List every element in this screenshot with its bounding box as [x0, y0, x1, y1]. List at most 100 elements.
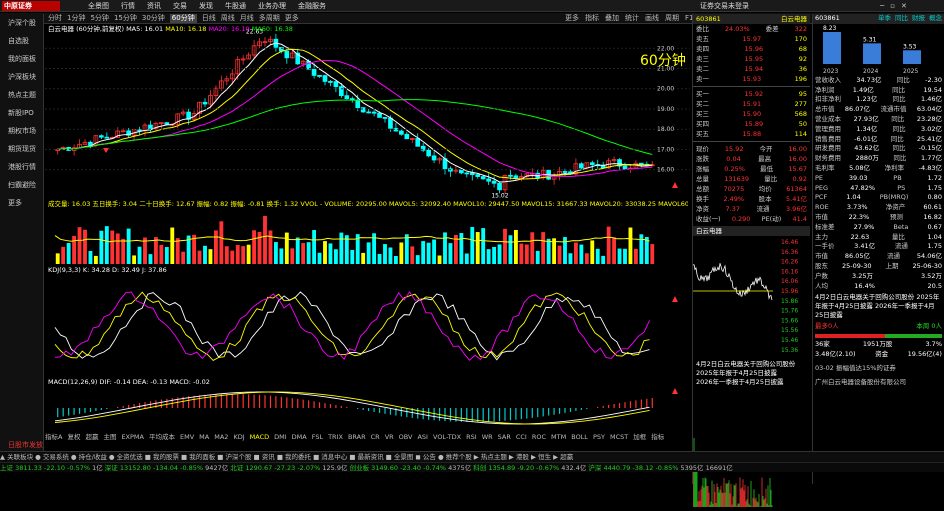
indicator-tab[interactable]: ASI: [417, 432, 428, 442]
tool-tab[interactable]: 叠加: [605, 14, 619, 23]
news-line[interactable]: 4月2日白云电器关于回购公司股份: [696, 360, 807, 369]
indicator-tab[interactable]: MA2: [214, 432, 228, 442]
top-menu-item[interactable]: 资讯: [147, 1, 161, 11]
fin-row: 总市值 86.07亿 流通市值 63.04亿: [813, 105, 944, 115]
mini-y-label: 16.46: [781, 239, 798, 246]
fin-label: 营业成本: [815, 114, 841, 123]
indicator-tab[interactable]: BRAR: [348, 432, 366, 442]
sidebar-item[interactable]: 热点主题: [0, 86, 43, 104]
indicator-tab[interactable]: RSI: [466, 432, 477, 442]
mini-y-label: 15.86: [781, 298, 798, 305]
period-tab[interactable]: 日线: [202, 14, 216, 23]
sidebar-item[interactable]: 新股IPO: [0, 104, 43, 122]
indicator-tab[interactable]: DMI: [274, 432, 287, 442]
intraday-mini-chart[interactable]: 16.46 16.36 16.26 16.16 16.06 15.96 15.86 15.76…: [692, 236, 811, 356]
indicator-tab[interactable]: 平均成本: [149, 432, 175, 442]
top-menu-item[interactable]: 全景图: [88, 1, 109, 11]
sidebar-item[interactable]: 沪深板块: [0, 68, 43, 86]
fin-tab[interactable]: 财报: [912, 14, 925, 22]
tool-tab[interactable]: 画线: [645, 14, 659, 23]
period-tab[interactable]: 周线: [221, 14, 235, 23]
indicator-tab[interactable]: BOLL: [571, 432, 588, 442]
volume-bar: [55, 253, 60, 264]
tool-tab[interactable]: 指标: [585, 14, 599, 23]
volume-bar: [552, 238, 557, 264]
indicator-tab[interactable]: SAR: [498, 432, 511, 442]
period-tab[interactable]: 月线: [240, 14, 254, 23]
news-line[interactable]: 2026年一季报于4月25日披露: [696, 378, 807, 387]
fin-tab[interactable]: 概念: [929, 14, 942, 22]
sidebar-item[interactable]: 扫霸避险: [0, 176, 43, 194]
volume-chart[interactable]: [45, 200, 690, 266]
main-candlestick-chart[interactable]: 22.0021.0020.0019.0018.0017.0016.0022.63…: [45, 24, 690, 200]
indicator-tab[interactable]: DMA: [292, 432, 307, 442]
period-tab[interactable]: 15分钟: [114, 14, 137, 23]
period-tab[interactable]: 多周期: [259, 14, 280, 23]
indicator-tab[interactable]: WR: [482, 432, 493, 442]
tool-tab[interactable]: 周期: [665, 14, 679, 23]
indicator-tab[interactable]: EMV: [180, 432, 194, 442]
fin-tab[interactable]: 同比: [895, 14, 908, 22]
indicator-tab[interactable]: TRIX: [328, 432, 343, 442]
top-menu-item[interactable]: 金融服务: [298, 1, 326, 11]
stat-label: 换手: [696, 195, 709, 203]
period-tab[interactable]: 30分钟: [142, 14, 165, 23]
sidebar-item[interactable]: 港股行情: [0, 158, 43, 176]
stat-label: 今开: [759, 145, 773, 153]
indicator-tab[interactable]: ROC: [532, 432, 546, 442]
sidebar-item[interactable]: 期货现货: [0, 140, 43, 158]
period-tab[interactable]: 60分钟: [169, 14, 197, 23]
indicator-tab[interactable]: CR: [371, 432, 380, 442]
indicator-tab[interactable]: 指标A: [45, 432, 62, 442]
fin-label: 股东: [815, 261, 828, 270]
indicator-tab[interactable]: VOL-TDX: [433, 432, 461, 442]
indicator-tab[interactable]: MTM: [551, 432, 566, 442]
indicator-tab[interactable]: VR: [385, 432, 394, 442]
indicator-tab[interactable]: CCI: [516, 432, 527, 442]
window-controls[interactable]: ─▫✕: [880, 1, 913, 11]
volume-bar: [273, 242, 278, 264]
fin-label: 流通市值: [880, 105, 907, 114]
tool-tab[interactable]: 统计: [625, 14, 639, 23]
period-tab[interactable]: 5分钟: [90, 14, 108, 23]
sidebar-item[interactable]: 自选股: [0, 32, 43, 50]
indicator-tab[interactable]: FSL: [312, 432, 323, 442]
sidebar-item[interactable]: 我的面板: [0, 50, 43, 68]
top-menu-item[interactable]: 交易: [173, 1, 187, 11]
fin-value: 0.67: [927, 222, 942, 231]
period-tab[interactable]: 分时: [48, 14, 62, 23]
top-menu-item[interactable]: 业务办理: [258, 1, 286, 11]
indicator-tab[interactable]: MA: [199, 432, 209, 442]
indicator-tab[interactable]: MCST: [610, 432, 628, 442]
bear-count: 本周 0人: [916, 322, 942, 331]
indicator-tab[interactable]: PSY: [593, 432, 605, 442]
login-status[interactable]: 证券交易未登录: [700, 2, 749, 10]
top-menu-item[interactable]: 牛股通: [225, 1, 246, 11]
indicator-tab[interactable]: 复权: [67, 432, 80, 442]
indicator-tab[interactable]: MACD: [250, 432, 269, 442]
kdj-chart[interactable]: [45, 266, 690, 378]
tool-tab[interactable]: 更多: [565, 14, 579, 23]
indicator-tab[interactable]: KDJ: [233, 432, 244, 442]
news-line[interactable]: 2025年年报于4月25日披露: [696, 369, 807, 378]
volume-bar: [268, 230, 273, 264]
down-arrow-icon: [103, 148, 109, 153]
sidebar-item[interactable]: 期权市场: [0, 122, 43, 140]
fin-label: 毛利率: [815, 163, 835, 172]
top-menu-item[interactable]: 行情: [121, 1, 135, 11]
sidebar-item[interactable]: 更多: [0, 194, 43, 212]
fin-tab[interactable]: 单季: [878, 14, 891, 22]
fin-value: -2.30: [925, 75, 942, 84]
candle: [486, 178, 491, 182]
indicator-tab[interactable]: EXPMA: [121, 432, 144, 442]
indicator-tab[interactable]: OBV: [399, 432, 413, 442]
indicator-tab[interactable]: 指标: [651, 432, 664, 442]
indicator-tab[interactable]: 超赢: [85, 432, 98, 442]
period-tab[interactable]: 1分钟: [67, 14, 85, 23]
top-menu-item[interactable]: 发现: [199, 1, 213, 11]
indicator-tab[interactable]: 主图: [103, 432, 116, 442]
sidebar-item[interactable]: 沪深个股: [0, 14, 43, 32]
order-volume: 95: [798, 90, 807, 98]
period-tab[interactable]: 更多: [285, 14, 299, 23]
indicator-tab[interactable]: 加框: [633, 432, 646, 442]
